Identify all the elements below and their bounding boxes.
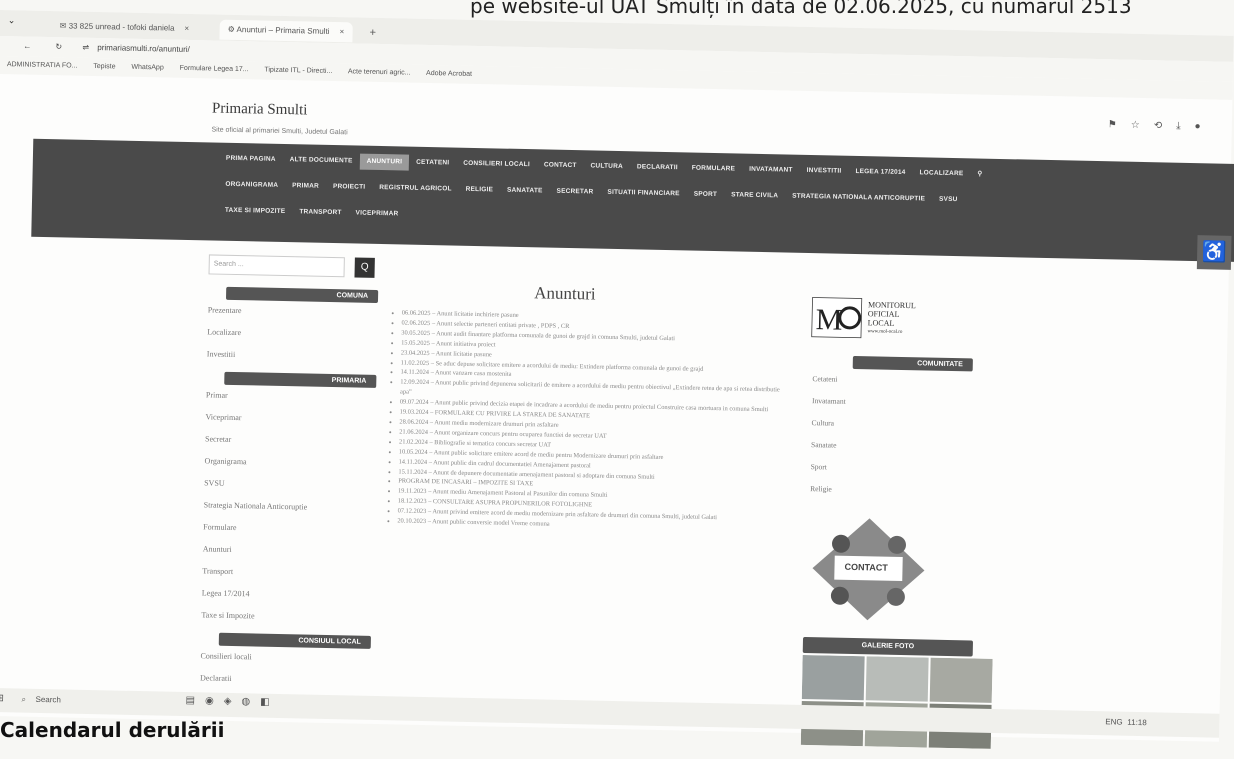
accessibility-icon[interactable]: ♿ (1196, 235, 1232, 270)
nav-item[interactable]: PROIECTI (326, 179, 373, 196)
nav-item[interactable]: CETATENI (409, 155, 456, 172)
language-indicator[interactable]: ENG (1105, 717, 1123, 726)
left-sidebar: COMUNA Prezentare Localizare Investitii … (200, 286, 379, 693)
back-icon[interactable]: ← (23, 41, 31, 50)
clock[interactable]: 11:18 (1127, 718, 1147, 727)
tab-list-icon[interactable]: ⌄ (8, 15, 16, 26)
photo-gallery[interactable] (800, 654, 993, 749)
nav-item[interactable]: CONTACT (537, 157, 584, 174)
gallery-thumbnails (800, 654, 993, 749)
site-subtitle: Site oficial al primariei Smulti, Judetu… (211, 126, 348, 137)
nav-item[interactable]: SITUATII FINANCIARE (600, 185, 687, 203)
mol-text: MONITORUL OFICIAL LOCAL www.mol-ocal.ro (867, 300, 916, 335)
download-icon[interactable]: ⤓ (1176, 121, 1195, 132)
close-tab-icon[interactable]: × (184, 24, 189, 33)
windows-start-icon[interactable]: ⊞ (0, 693, 4, 704)
nav-row-3: TAXE SI IMPOZITE TRANSPORT VICEPRIMAR (218, 203, 406, 223)
site-title[interactable]: Primaria Smulti (212, 100, 308, 119)
monitor-screen: ⌄ ✉ 33 825 unread - tofoki daniela × ⚙ An… (0, 10, 1234, 749)
taskbar-search-icon[interactable]: ⌕ (21, 695, 26, 705)
nav-item[interactable]: CULTURA (583, 158, 630, 175)
sidebar-link[interactable]: Taxe si Impozite (201, 604, 371, 630)
nav-item[interactable]: ALTE DOCUMENTE (282, 152, 359, 170)
site-info-icon[interactable]: ⇌ (82, 43, 89, 52)
mol-logo-icon: M (810, 296, 863, 339)
extensions-icon[interactable]: ⟲ (1154, 120, 1177, 131)
nav-item[interactable]: PRIMA PAGINA (219, 151, 283, 168)
nav-item[interactable]: ORGANIGRAMA (218, 177, 285, 194)
taskbar-apps: ▤ ◉ ◈ ◍ ◧ (185, 695, 279, 708)
gallery-section: GALERIE FOTO (802, 636, 974, 657)
nav-item[interactable]: VICEPRIMAR (348, 205, 405, 222)
nav-item-active[interactable]: ANUNTURI (359, 153, 410, 171)
nav-item[interactable]: INVESTITII (799, 163, 848, 180)
contact-widget[interactable]: CONTACT (807, 513, 929, 625)
profile-icon[interactable]: ● (1194, 121, 1214, 132)
sidebar-link[interactable]: Declaratii (200, 667, 370, 693)
bookmark-item[interactable]: Tipizate ITL - Directi... (264, 67, 332, 75)
sidebar-link[interactable]: Investitii (207, 343, 377, 369)
nav-item[interactable]: TAXE SI IMPOZITE (218, 203, 293, 221)
community-link[interactable]: Religie (810, 478, 970, 503)
nav-item[interactable]: REGISTRUL AGRICOL (372, 180, 459, 198)
nav-item[interactable]: DECLARATII (630, 159, 685, 176)
bookmark-item[interactable]: Formulare Legea 17... (180, 65, 249, 73)
bookmark-item[interactable]: ADMINISTRATIA FO... (7, 61, 78, 69)
monitorul-oficial-logo[interactable]: M MONITORUL OFICIAL LOCAL www.mol-ocal.r… (810, 296, 967, 342)
nav-item[interactable]: LEGEA 17/2014 (848, 164, 912, 181)
tab-email[interactable]: ✉ 33 825 unread - tofoki daniela × (59, 16, 190, 39)
nav-item[interactable]: SVSU (932, 192, 965, 209)
page-title: Anunturi (533, 283, 596, 304)
close-tab-icon[interactable]: × (339, 27, 344, 36)
nav-item[interactable]: SPORT (687, 186, 725, 203)
site-favicon-icon: ⚙ (227, 24, 235, 34)
mail-icon: ✉ (59, 21, 67, 31)
community-section: COMUNITATE Cetateni Invatamant Cultura S… (810, 355, 973, 503)
nav-search-icon[interactable]: ⚲ (970, 166, 989, 182)
bookmark-item[interactable]: WhatsApp (131, 64, 163, 72)
file-explorer-icon[interactable]: ▤ (185, 695, 195, 706)
community-link[interactable]: Sanatate (811, 434, 971, 459)
gallery-header: GALERIE FOTO (802, 636, 974, 657)
browser-toolbar-icons: ⚑☆⟲⤓● (1108, 119, 1215, 132)
announcement-list: 06.06.2025 – Anunt licitatie inchiriere … (387, 308, 791, 534)
sidebar-search-input[interactable]: Search ... (208, 254, 345, 278)
bookmark-item[interactable]: Acte terenuri agric... (348, 68, 411, 76)
community-link[interactable]: Invatamant (812, 390, 972, 415)
taskbar-search-label[interactable]: Search (35, 695, 61, 705)
main-navigation: PRIMA PAGINA ALTE DOCUMENTE ANUNTURI CETATE… (31, 138, 1234, 263)
nav-item[interactable]: INVATAMANT (742, 162, 800, 179)
nav-item[interactable]: CONSILIERI LOCALI (456, 156, 537, 174)
url-field[interactable]: primariasmulti.ro/anunturi/ (97, 43, 190, 54)
chrome-icon[interactable]: ◍ (241, 696, 250, 707)
sidebar-search-button[interactable]: Q (354, 257, 375, 278)
nav-item[interactable]: STRATEGIA NATIONALA ANTICORUPTIE (785, 188, 932, 207)
bookmark-item[interactable]: Tepiste (93, 63, 115, 70)
nav-row-2: ORGANIGRAMA PRIMAR PROIECTI REGISTRUL AGRIC… (218, 177, 964, 209)
reload-icon[interactable]: ↻ (55, 42, 62, 51)
translate-icon[interactable]: ⚑ (1108, 119, 1131, 130)
nav-row-1: PRIMA PAGINA ALTE DOCUMENTE ANUNTURI CETATE… (219, 151, 990, 183)
nav-item[interactable]: PRIMAR (285, 178, 326, 195)
nav-item[interactable]: STARE CIVILA (724, 187, 785, 204)
tab-anunturi[interactable]: ⚙ Anunturi – Primaria Smulti × (219, 19, 353, 43)
bookmark-item[interactable]: Adobe Acrobat (426, 70, 472, 78)
nav-item[interactable]: SANATATE (500, 183, 550, 200)
nav-item[interactable]: SECRETAR (549, 184, 600, 201)
nav-item[interactable]: FORMULARE (685, 160, 743, 177)
nav-item[interactable]: TRANSPORT (292, 204, 349, 221)
bookmark-star-icon[interactable]: ☆ (1131, 120, 1154, 131)
outlook-icon[interactable]: ◧ (260, 697, 270, 708)
contact-label: CONTACT (844, 561, 888, 573)
new-tab-button[interactable]: + (369, 23, 376, 43)
sidebar-link[interactable]: Organigrama (204, 450, 374, 476)
paper-bottom-caption: Calendarul derulării (0, 718, 225, 742)
store-icon[interactable]: ◈ (224, 696, 232, 707)
edge-icon[interactable]: ◉ (205, 695, 214, 706)
nav-item[interactable]: LOCALIZARE (912, 165, 970, 182)
nav-item[interactable]: RELIGIE (458, 182, 500, 199)
